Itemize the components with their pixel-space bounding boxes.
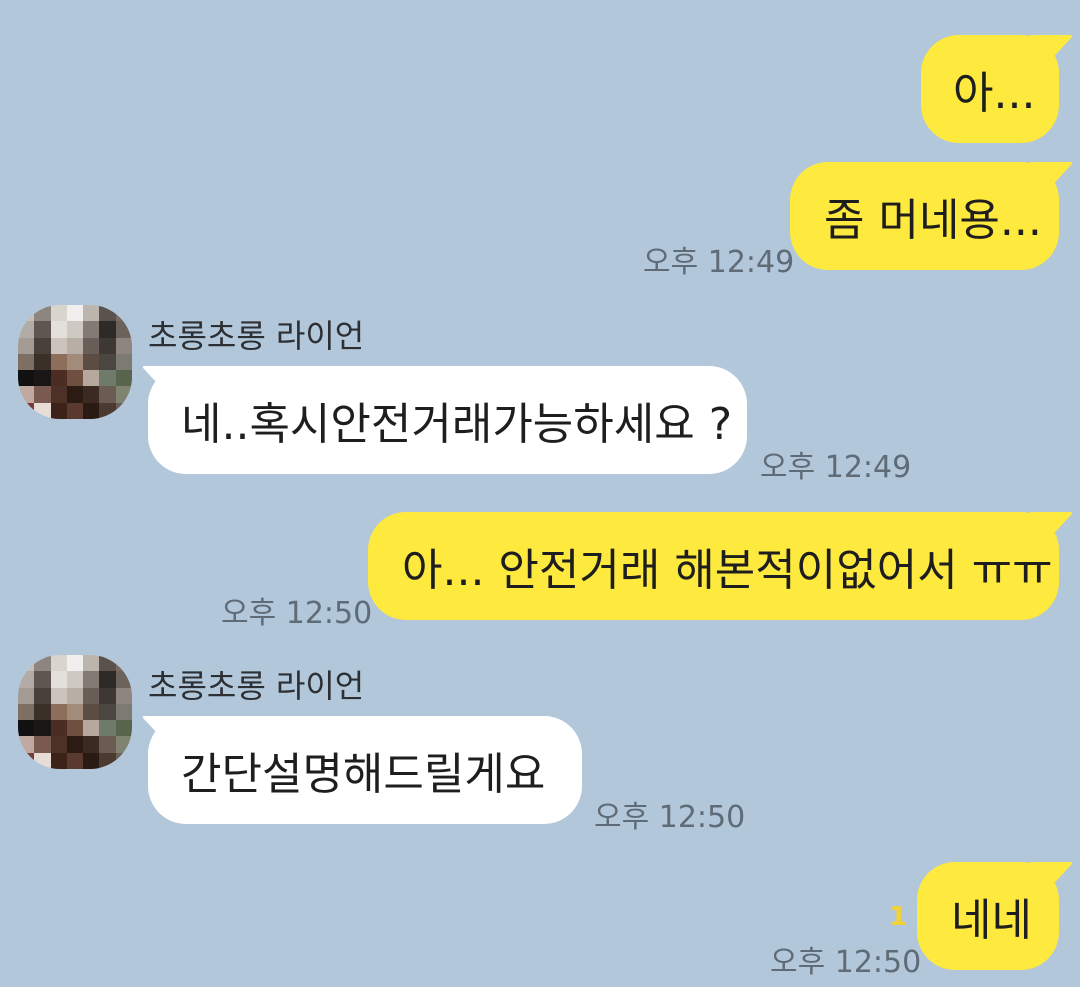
unread-count: 1: [889, 902, 908, 932]
message-text: 좀 머네용...: [824, 195, 1042, 246]
sender-avatar[interactable]: [18, 305, 132, 419]
bubble-tail-icon: [1030, 162, 1073, 192]
message-text: 네..혹시안전거래가능하세요 ?: [181, 399, 733, 450]
message-text: 아...: [953, 68, 1036, 119]
bubble-tail-icon: [142, 716, 185, 746]
bubble-tail-icon: [1030, 862, 1073, 892]
message-timestamp: 오후 12:49: [760, 450, 912, 485]
sender-avatar[interactable]: [18, 655, 132, 769]
message-timestamp: 오후 12:50: [221, 596, 373, 631]
sender-name: 초롱초롱 라이언: [148, 317, 365, 355]
message-text: 네네: [951, 895, 1032, 946]
incoming-message[interactable]: 네..혹시안전거래가능하세요 ?: [148, 366, 747, 474]
outgoing-message[interactable]: 아... 안전거래 해본적이없어서 ㅠㅠ: [368, 512, 1059, 620]
outgoing-message[interactable]: 좀 머네용...: [790, 162, 1059, 270]
message-timestamp: 오후 12:49: [643, 245, 795, 280]
incoming-message[interactable]: 간단설명해드릴게요: [148, 716, 582, 824]
bubble-tail-icon: [142, 366, 185, 396]
message-timestamp: 오후 12:50: [770, 945, 922, 980]
bubble-tail-icon: [1030, 35, 1073, 65]
message-timestamp: 오후 12:50: [594, 800, 746, 835]
bubble-tail-icon: [1030, 512, 1073, 542]
message-text: 간단설명해드릴게요: [181, 749, 546, 800]
message-text: 아... 안전거래 해본적이없어서 ㅠㅠ: [402, 545, 1053, 596]
sender-name: 초롱초롱 라이언: [148, 667, 365, 705]
